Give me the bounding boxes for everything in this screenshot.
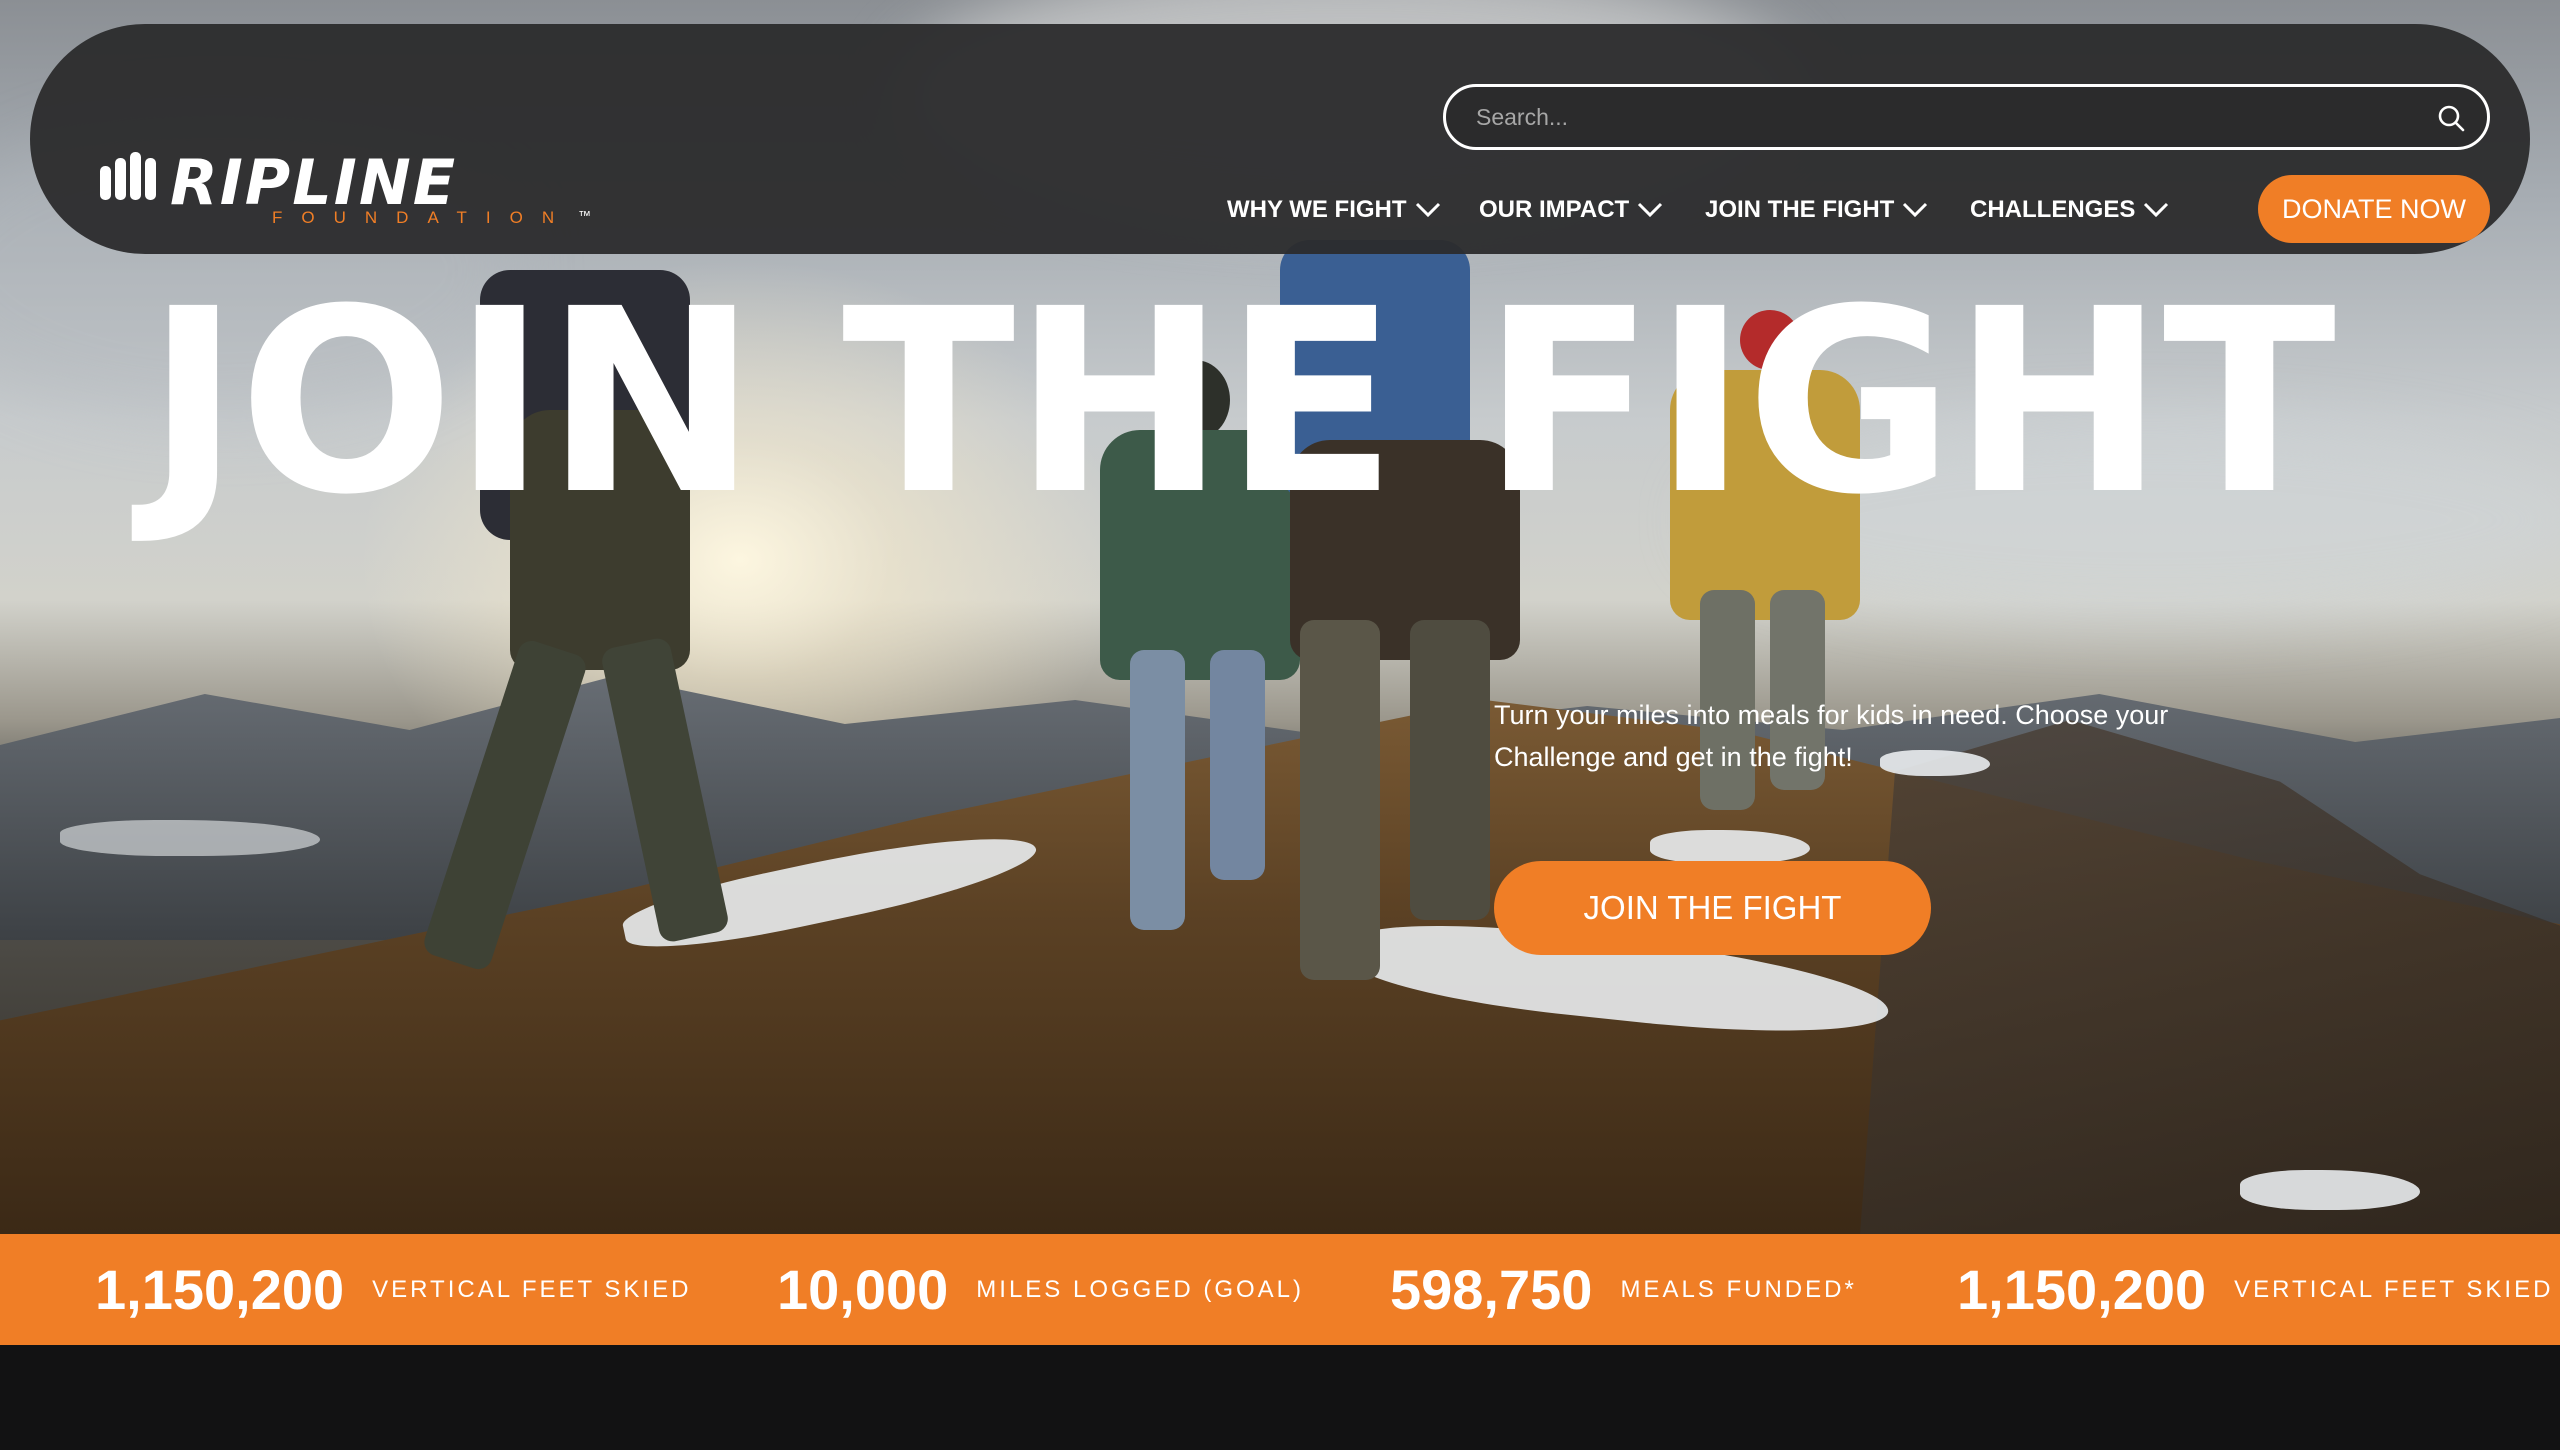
stat-item: 1,150,200 VERTICAL FEET SKIED xyxy=(1957,1234,2553,1345)
stats-ticker: 1,150,200 VERTICAL FEET SKIED 10,000 MIL… xyxy=(0,1234,2560,1345)
nav-item-label: OUR IMPACT xyxy=(1479,196,1630,223)
stat-label: VERTICAL FEET SKIED xyxy=(2234,1275,2554,1303)
stat-label: MILES LOGGED (GOAL) xyxy=(976,1275,1305,1303)
stat-value: 1,150,200 xyxy=(95,1258,345,1321)
hero-subtext: Turn your miles into meals for kids in n… xyxy=(1494,700,2169,772)
chevron-down-icon xyxy=(2144,202,2169,218)
logo-trademark: ™ xyxy=(578,208,591,223)
join-the-fight-button[interactable]: JOIN THE FIGHT xyxy=(1494,861,1931,955)
stat-value: 1,150,200 xyxy=(1957,1258,2207,1321)
stat-item: 10,000 MILES LOGGED (GOAL) xyxy=(777,1234,1304,1345)
chevron-down-icon xyxy=(1903,202,1928,218)
ripline-logo[interactable]: RIPLINE FOUNDATION ™ xyxy=(100,146,591,232)
logo-subtitle: FOUNDATION xyxy=(272,208,574,227)
search-box xyxy=(1443,84,2490,150)
nav-item-our-impact[interactable]: OUR IMPACT xyxy=(1479,190,1663,230)
search-input[interactable] xyxy=(1476,87,2416,147)
top-navbar: RIPLINE FOUNDATION ™ WHY WE FIGHT OUR IM… xyxy=(30,24,2530,254)
search-icon[interactable] xyxy=(2437,104,2465,132)
stat-label: MEALS FUNDED* xyxy=(1620,1275,1857,1303)
nav-item-challenges[interactable]: CHALLENGES xyxy=(1970,190,2169,230)
chevron-down-icon xyxy=(1638,202,1663,218)
nav-item-label: WHY WE FIGHT xyxy=(1227,196,1407,223)
nav-item-label: JOIN THE FIGHT xyxy=(1705,196,1895,223)
nav-item-join-the-fight[interactable]: JOIN THE FIGHT xyxy=(1705,190,1928,230)
stat-value: 10,000 xyxy=(777,1258,949,1321)
stat-label: VERTICAL FEET SKIED xyxy=(372,1275,692,1303)
stat-value: 598,750 xyxy=(1390,1258,1593,1321)
donate-now-button[interactable]: DONATE NOW xyxy=(2258,175,2490,243)
stat-item: 1,150,200 VERTICAL FEET SKIED xyxy=(95,1234,691,1345)
hero-headline: JOIN THE FIGHT xyxy=(146,254,2336,550)
nav-item-why-we-fight[interactable]: WHY WE FIGHT xyxy=(1227,190,1441,230)
nav-item-label: CHALLENGES xyxy=(1970,196,2136,223)
page-footer-band xyxy=(0,1345,2560,1450)
stat-item: 598,750 MEALS FUNDED* xyxy=(1390,1234,1857,1345)
chevron-down-icon xyxy=(1415,202,1440,218)
